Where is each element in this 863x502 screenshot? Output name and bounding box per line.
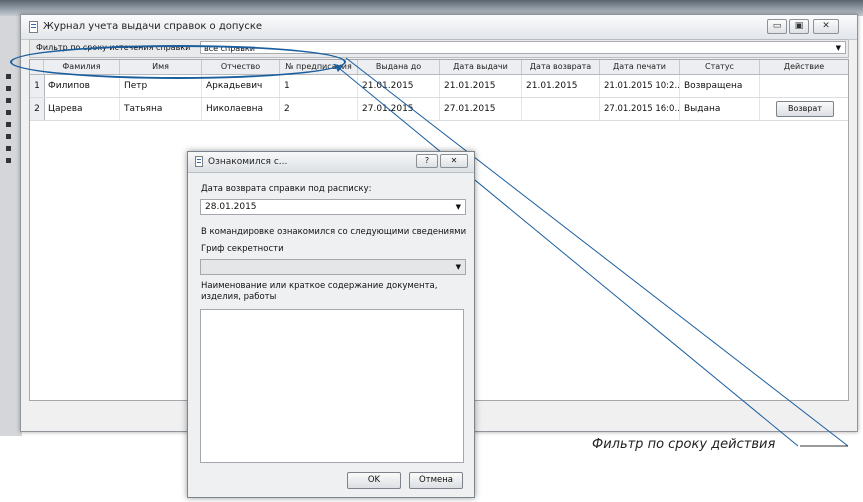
document-textarea[interactable]: [200, 309, 464, 463]
help-button[interactable]: ?: [416, 154, 438, 168]
return-date-label: Дата возврата справки под расписку:: [201, 184, 372, 194]
dialog-title-bar: Ознакомился с... ? ✕: [188, 152, 474, 173]
document-icon: [195, 156, 203, 167]
secrecy-select[interactable]: ▼: [200, 259, 466, 275]
secrecy-label: Гриф секретности: [201, 244, 284, 254]
return-date-picker[interactable]: 28.01.2015 ▼: [200, 199, 466, 215]
acknowledge-dialog: Ознакомился с... ? ✕ Дата возврата справ…: [187, 151, 475, 498]
dialog-close-button[interactable]: ✕: [440, 154, 468, 168]
return-date-value: 28.01.2015: [205, 202, 257, 212]
info-text: В командировке ознакомился со следующими…: [201, 227, 467, 237]
cancel-button[interactable]: Отмена: [409, 472, 463, 489]
dialog-title: Ознакомился с...: [208, 157, 288, 167]
chevron-down-icon: ▼: [455, 263, 461, 271]
ok-button[interactable]: OK: [347, 472, 401, 489]
annotation-caption: Фильтр по сроку действия: [592, 437, 776, 452]
chevron-down-icon: ▼: [455, 203, 461, 211]
document-label: Наименование или краткое содержание доку…: [201, 281, 438, 302]
